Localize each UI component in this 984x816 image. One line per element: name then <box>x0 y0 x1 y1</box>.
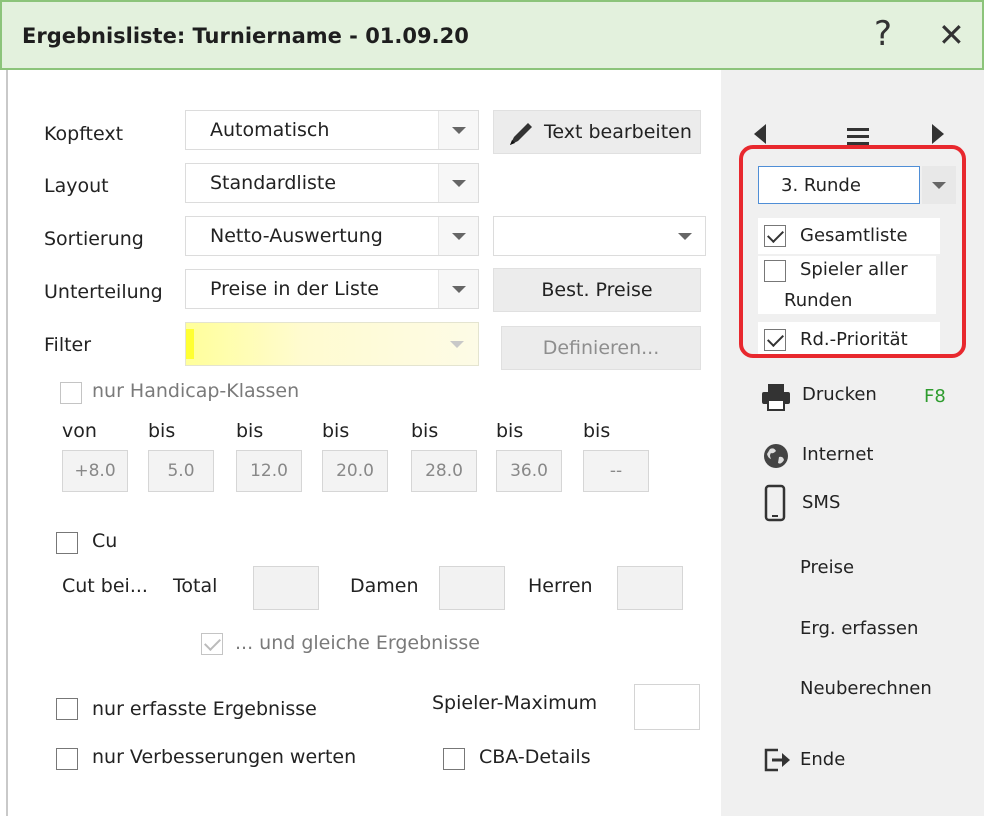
handicap-checkbox[interactable] <box>60 382 82 404</box>
cba-details-label: CBA-Details <box>479 746 591 768</box>
window-left-border <box>6 70 8 816</box>
neuberechnen-button[interactable]: Neuberechnen <box>800 678 932 699</box>
nur-erfasste-checkbox[interactable] <box>56 698 78 720</box>
chevron-down-icon[interactable] <box>438 164 478 202</box>
cut-label: Cu <box>92 530 118 552</box>
chevron-down-icon[interactable] <box>438 111 478 149</box>
chevron-down-icon[interactable] <box>438 270 478 308</box>
exit-icon <box>764 748 790 772</box>
kopftext-dropdown[interactable]: Automatisch <box>185 110 479 150</box>
hc-value-field[interactable]: -- <box>583 450 649 492</box>
unterteilung-value: Preise in der Liste <box>210 278 379 300</box>
hc-value-field[interactable]: 28.0 <box>411 450 477 492</box>
hc-header-bis: bis <box>236 420 264 442</box>
sortierung-secondary-dropdown[interactable] <box>493 216 706 256</box>
internet-label: Internet <box>802 444 874 465</box>
cut-herren-label: Herren <box>528 575 593 597</box>
help-button[interactable]: ? <box>874 14 892 54</box>
nur-verbesserungen-label: nur Verbesserungen werten <box>92 746 357 768</box>
gleiche-ergebnisse-checkbox[interactable] <box>201 633 223 655</box>
sortierung-label: Sortierung <box>44 228 144 250</box>
chevron-down-icon[interactable] <box>665 217 705 255</box>
unterteilung-label: Unterteilung <box>44 281 163 303</box>
globe-icon <box>764 444 788 468</box>
hc-value-field[interactable]: 5.0 <box>148 450 214 492</box>
menu-icon-line <box>847 128 869 131</box>
cut-total-input[interactable] <box>253 566 319 610</box>
pencil-icon <box>510 123 532 145</box>
highlight-frame <box>739 145 966 358</box>
layout-label: Layout <box>44 175 109 197</box>
hc-value-field[interactable]: +8.0 <box>62 450 128 492</box>
sms-button[interactable]: SMS <box>762 484 962 524</box>
gleiche-ergebnisse-label: ... und gleiche Ergebnisse <box>235 632 480 654</box>
unterteilung-dropdown[interactable]: Preise in der Liste <box>185 269 479 309</box>
cut-bei-label: Cut bei... <box>62 575 148 597</box>
sortierung-dropdown[interactable]: Netto-Auswertung <box>185 216 479 256</box>
drucken-button[interactable]: Drucken F8 <box>760 382 980 414</box>
hc-value-field[interactable]: 36.0 <box>496 450 562 492</box>
kopftext-label: Kopftext <box>44 123 124 145</box>
definieren-button[interactable]: Definieren... <box>501 326 701 370</box>
handicap-label: nur Handicap-Klassen <box>92 380 300 402</box>
menu-icon[interactable] <box>847 126 871 146</box>
previous-arrow-icon[interactable] <box>754 124 766 144</box>
close-button[interactable]: ✕ <box>938 16 965 54</box>
drucken-label: Drucken <box>802 384 877 405</box>
text-bearbeiten-label: Text bearbeiten <box>544 121 692 143</box>
hc-header-bis: bis <box>496 420 524 442</box>
best-preise-button[interactable]: Best. Preise <box>493 268 701 312</box>
cut-herren-input[interactable] <box>617 566 683 610</box>
preise-button[interactable]: Preise <box>800 557 854 578</box>
nur-verbesserungen-checkbox[interactable] <box>56 748 78 770</box>
text-bearbeiten-button[interactable]: Text bearbeiten <box>493 110 701 154</box>
menu-icon-line <box>847 135 869 138</box>
hc-value-field[interactable]: 12.0 <box>236 450 302 492</box>
window-title: Ergebnisliste: Turniername - 01.09.20 <box>22 24 469 48</box>
filter-label: Filter <box>44 334 92 356</box>
cut-damen-label: Damen <box>350 575 419 597</box>
ende-label: Ende <box>800 749 846 770</box>
hc-header-bis: bis <box>411 420 439 442</box>
layout-value: Standardliste <box>210 172 337 194</box>
hc-header-bis: bis <box>148 420 176 442</box>
drucken-shortcut: F8 <box>924 386 946 407</box>
ende-button[interactable]: Ende <box>764 746 924 776</box>
kopftext-value: Automatisch <box>210 119 330 141</box>
filter-marker <box>186 329 194 359</box>
spieler-maximum-input[interactable] <box>634 684 700 730</box>
nur-erfasste-label: nur erfasste Ergebnisse <box>92 698 317 720</box>
cut-checkbox[interactable] <box>56 532 78 554</box>
erg-erfassen-button[interactable]: Erg. erfassen <box>800 618 918 639</box>
printer-icon <box>762 384 790 411</box>
phone-icon <box>764 484 786 522</box>
cba-details-checkbox[interactable] <box>443 748 465 770</box>
hc-value-field[interactable]: 20.0 <box>322 450 388 492</box>
next-arrow-icon[interactable] <box>932 124 944 144</box>
filter-dropdown[interactable] <box>185 322 479 366</box>
chevron-down-icon[interactable] <box>438 217 478 255</box>
spieler-maximum-label: Spieler-Maximum <box>432 692 598 714</box>
sortierung-value: Netto-Auswertung <box>210 225 383 247</box>
hc-header-bis: bis <box>583 420 611 442</box>
hc-header-von: von <box>62 420 97 442</box>
cut-total-label: Total <box>173 575 218 597</box>
cut-damen-input[interactable] <box>439 566 505 610</box>
chevron-down-icon[interactable] <box>450 341 464 348</box>
layout-dropdown[interactable]: Standardliste <box>185 163 479 203</box>
sms-label: SMS <box>802 492 841 513</box>
internet-button[interactable]: Internet <box>762 442 962 472</box>
hc-header-bis: bis <box>322 420 350 442</box>
